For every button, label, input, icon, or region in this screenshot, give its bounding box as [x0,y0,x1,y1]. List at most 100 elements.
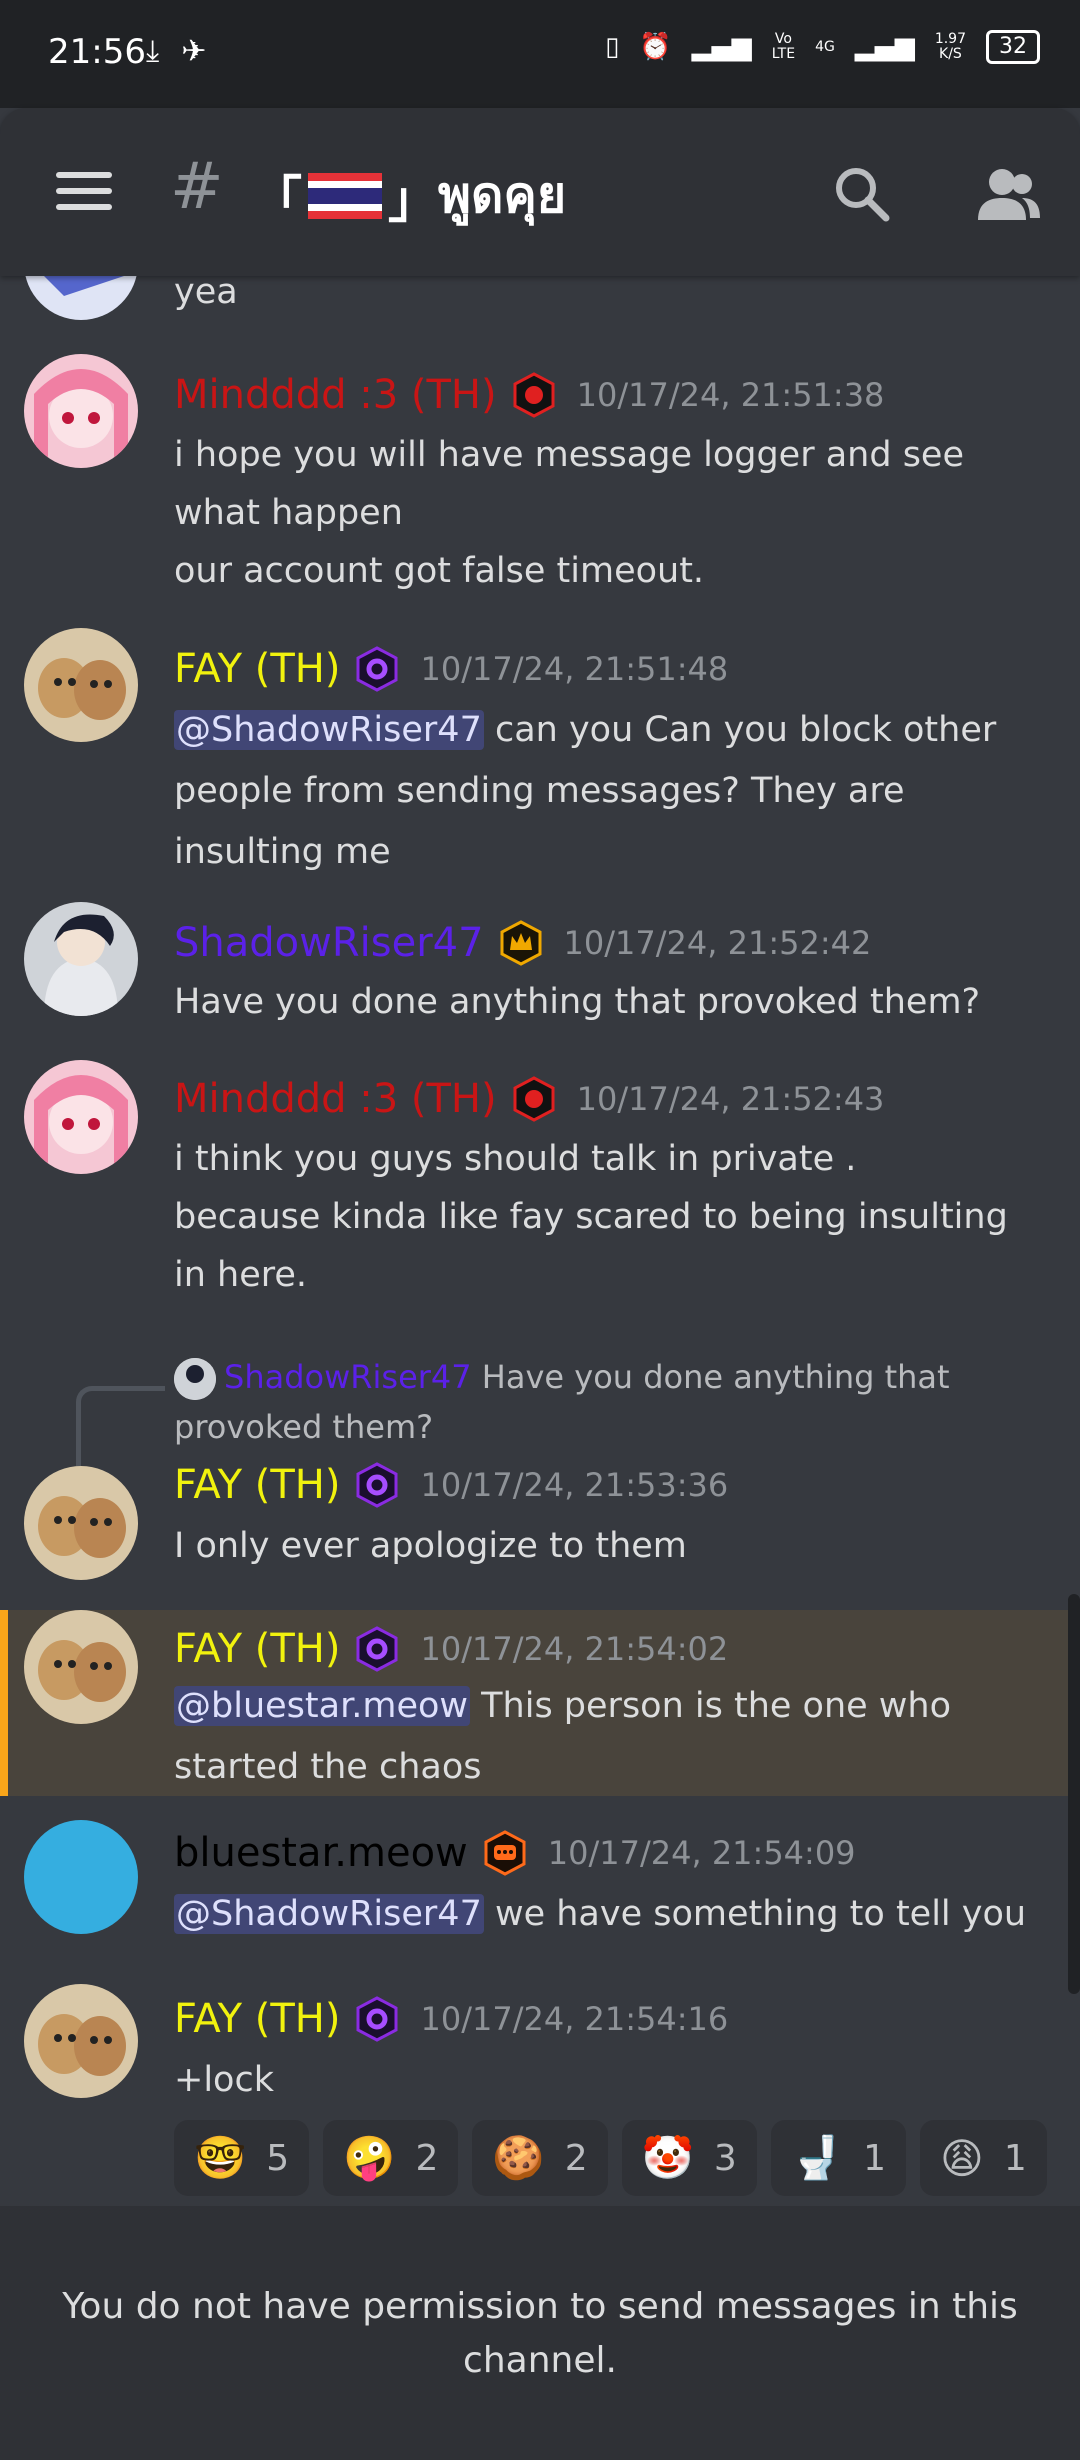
role-crown-icon [500,920,542,966]
timestamp: 10/17/24, 21:54:02 [420,1630,729,1668]
username[interactable]: FAY (TH) [174,1462,340,1508]
avatar[interactable] [24,1060,138,1174]
role-gear-icon [356,646,398,692]
reaction-bar: 🤓 5 🤪 2 🍪 2 🤡 3 🚽 1 😩 1 [174,2120,1047,2196]
message-item[interactable]: Mindddd :3 (TH) 10/17/24, 21:51:38 i hop… [0,346,1080,596]
avatar[interactable] [24,354,138,468]
message-item[interactable]: Mindddd :3 (TH) 10/17/24, 21:52:43 i thi… [0,1056,1080,1326]
no-permission-notice: You do not have permission to send messa… [62,2286,1018,2381]
members-icon[interactable] [976,166,1042,222]
reaction-count: 2 [415,2137,439,2179]
username[interactable]: Mindddd :3 (TH) [174,1076,497,1122]
scrollbar[interactable] [1068,1594,1080,1994]
vibrate-icon: ▯ [605,32,620,62]
role-chat-icon [484,1830,526,1876]
channel-title: พูดคุย [438,166,567,224]
timestamp: 10/17/24, 21:51:38 [576,376,885,414]
channel-bracket-right: 」 [388,170,438,229]
message-text: i hope you will have message logger and … [174,435,964,591]
timestamp: 10/17/24, 21:52:42 [563,924,872,962]
reaction-cookie[interactable]: 🍪 2 [472,2120,608,2196]
menu-icon[interactable] [56,172,112,212]
zany-face-icon: 🤪 [343,2133,396,2182]
message-text: i think you guys should talk in private … [174,1139,1008,1295]
role-shield-icon [513,1076,555,1122]
nerd-face-icon: 🤓 [194,2133,247,2182]
message-item[interactable]: yea [0,276,1080,336]
timestamp: 10/17/24, 21:54:16 [420,2000,729,2038]
reply-preview[interactable]: ShadowRiser47 Have you done anything tha… [174,1352,1020,1452]
reaction-zany[interactable]: 🤪 2 [323,2120,459,2196]
timestamp: 10/17/24, 21:52:43 [576,1080,885,1118]
user-mention[interactable]: @bluestar.meow [174,1686,471,1726]
username[interactable]: bluestar.meow [174,1830,468,1876]
role-gear-icon [356,1462,398,1508]
cookie-icon: 🍪 [492,2133,545,2182]
reaction-nerd[interactable]: 🤓 5 [174,2120,310,2196]
timestamp: 10/17/24, 21:53:36 [420,1466,729,1504]
clown-face-icon: 🤡 [641,2133,694,2182]
message-text: I only ever apologize to them [174,1526,687,1566]
weary-face-icon: 😩 [940,2133,984,2183]
toilet-icon: 🚽 [790,2133,844,2182]
message-item[interactable]: ShadowRiser47 10/17/24, 21:52:42 Have yo… [0,900,1080,1040]
channel-name: 「 」 พูดคุย [252,156,566,235]
username[interactable]: FAY (TH) [174,1996,340,2042]
search-icon[interactable] [834,166,890,222]
reaction-count: 2 [564,2137,588,2179]
message-text: +lock [174,2060,274,2100]
reaction-count: 1 [863,2137,887,2179]
avatar[interactable] [24,1466,138,1580]
thai-flag-icon [308,172,382,219]
signal-icon: ▂▄▆ [691,32,752,62]
net-speed-value: 1.97 [934,31,966,47]
avatar[interactable] [24,1610,138,1724]
message-item[interactable]: FAY (TH) 10/17/24, 21:51:48 @ShadowRiser… [0,622,1080,872]
avatar[interactable] [24,276,138,320]
avatar[interactable] [24,1820,138,1934]
net-speed-unit: K/S [939,46,962,62]
message-text: Have you done anything that provoked the… [174,982,981,1022]
data-saver-icon: ✈ [181,34,207,69]
username[interactable]: FAY (TH) [174,646,340,692]
reply-author[interactable]: ShadowRiser47 [224,1358,472,1396]
message-text: yea [174,276,238,312]
status-bar: 21:56 ⤓ ✈ ▯ ⏰ ▂▄▆ Vo LTE 4G ▂▄▆ 1.97 K/S 3… [0,0,1080,108]
username[interactable]: FAY (TH) [174,1626,340,1672]
channel-bracket-left: 「 [252,170,302,229]
channel-header: # 「 」 พูดคุย [0,108,1080,276]
timestamp: 10/17/24, 21:51:48 [420,650,729,688]
volte-label-top: Vo [774,31,792,47]
avatar[interactable] [24,902,138,1016]
signal-icon-2: ▂▄▆ [854,32,915,62]
hashtag-icon: # [170,150,224,224]
reaction-weary[interactable]: 😩 1 [920,2120,1047,2196]
message-list[interactable]: yea Mindddd :3 (TH) 10/17/24, 21:51:38 i… [0,276,1080,2206]
message-item[interactable]: bluestar.meow 10/17/24, 21:54:09 @Shadow… [0,1816,1080,1966]
role-shield-icon [513,372,555,418]
message-item[interactable]: ShadowRiser47 Have you done anything tha… [0,1336,1080,1636]
username[interactable]: ShadowRiser47 [174,920,484,966]
username[interactable]: Mindddd :3 (TH) [174,372,497,418]
timestamp: 10/17/24, 21:54:09 [547,1834,856,1872]
message-item-highlighted[interactable]: FAY (TH) 10/17/24, 21:54:02 @bluestar.me… [0,1610,1080,1796]
reaction-count: 5 [266,2137,290,2179]
role-gear-icon [356,1626,398,1672]
role-gear-icon [356,1996,398,2042]
alarm-icon: ⏰ [639,32,672,62]
message-text: we have something to tell you [483,1894,1027,1934]
battery-indicator: 32 [986,30,1040,64]
message-item[interactable]: FAY (TH) 10/17/24, 21:54:16 +lock 🤓 5 🤪 2 … [0,1980,1080,2200]
avatar[interactable] [24,1984,138,2098]
reaction-toilet[interactable]: 🚽 1 [770,2120,907,2196]
network-type: 4G [815,38,835,55]
reaction-count: 3 [713,2137,737,2179]
status-time: 21:56 [48,32,146,72]
reply-connector [76,1386,165,1475]
user-mention[interactable]: @ShadowRiser47 [174,710,484,750]
reaction-clown[interactable]: 🤡 3 [621,2120,757,2196]
user-mention[interactable]: @ShadowRiser47 [174,1894,484,1934]
reply-avatar [174,1358,216,1400]
download-icon: ⤓ [146,34,160,69]
avatar[interactable] [24,628,138,742]
